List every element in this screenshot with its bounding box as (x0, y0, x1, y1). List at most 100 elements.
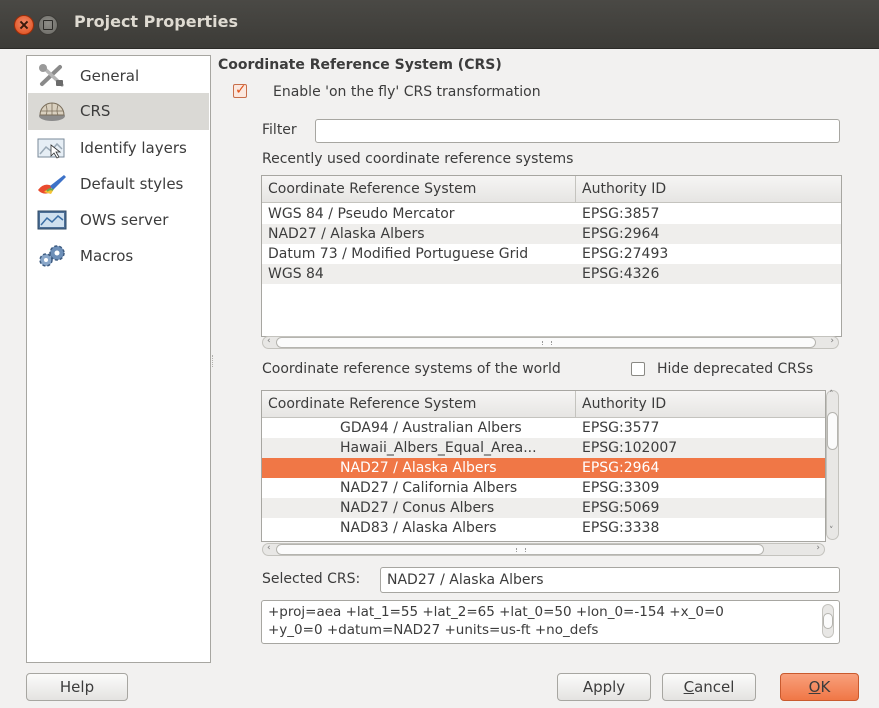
filter-input-field[interactable] (316, 120, 839, 142)
world-crs-label: Coordinate reference systems of the worl… (262, 361, 561, 377)
column-header-crs[interactable]: Coordinate Reference System (262, 391, 576, 417)
world-table-hscrollbar[interactable]: ‹ › (262, 543, 825, 556)
section-title: Coordinate Reference System (CRS) (218, 57, 502, 73)
scroll-left-icon[interactable]: ‹ (267, 336, 271, 346)
crs-name-cell: GDA94 / Australian Albers (340, 420, 522, 436)
authority-id-cell: EPSG:3309 (582, 480, 660, 496)
ok-button[interactable]: OK (780, 673, 859, 701)
table-row[interactable]: WGS 84 EPSG:4326 (262, 264, 841, 284)
recent-crs-table[interactable]: Coordinate Reference System Authority ID… (261, 175, 842, 337)
brush-icon (38, 175, 66, 194)
sidebar-item-crs[interactable]: CRS (28, 93, 209, 130)
authority-id-cell: EPSG:2964 (582, 460, 660, 476)
sidebar-item-label: Macros (80, 247, 134, 265)
crs-name-cell: Hawaii_Albers_Equal_Area... (340, 440, 537, 456)
authority-id-cell: EPSG:2964 (582, 226, 660, 242)
authority-id-cell: EPSG:3338 (582, 520, 660, 536)
authority-id-cell: EPSG:27493 (582, 246, 669, 262)
ok-mnemonic: O (808, 678, 821, 696)
proj4-text-area[interactable]: +proj=aea +lat_1=55 +lat_2=65 +lat_0=50 … (261, 600, 840, 644)
crs-name-cell: WGS 84 / Pseudo Mercator (268, 206, 455, 222)
otf-transformation-label: Enable 'on the fly' CRS transformation (273, 84, 541, 100)
table-row[interactable]: Hawaii_Albers_Equal_Area... EPSG:102007 (262, 438, 825, 458)
cancel-button[interactable]: Cancel (662, 673, 756, 701)
server-icon (37, 210, 67, 230)
cancel-mnemonic: C (683, 678, 695, 696)
identify-icon (37, 138, 65, 159)
sidebar-item-identify-layers[interactable]: Identify layers (28, 130, 209, 167)
column-header-crs[interactable]: Coordinate Reference System (262, 176, 576, 202)
hide-deprecated-label: Hide deprecated CRSs (657, 361, 814, 377)
panel-splitter[interactable] (212, 355, 216, 367)
table-row[interactable]: NAD27 / California Albers EPSG:3309 (262, 478, 825, 498)
column-header-authority-id[interactable]: Authority ID (576, 391, 825, 417)
recent-crs-label: Recently used coordinate reference syste… (262, 151, 574, 167)
help-button[interactable]: Help (26, 673, 128, 701)
authority-id-cell: EPSG:5069 (582, 500, 660, 516)
sidebar-item-label: Identify layers (80, 139, 187, 157)
minimize-window-button[interactable] (38, 15, 58, 35)
scroll-up-icon[interactable]: ˄ (829, 390, 834, 400)
sidebar-item-default-styles[interactable]: Default styles (28, 166, 209, 203)
table-header: Coordinate Reference System Authority ID (262, 176, 841, 203)
crs-name-cell: WGS 84 (268, 266, 324, 282)
sidebar-item-label: OWS server (80, 211, 169, 229)
authority-id-cell: EPSG:4326 (582, 266, 660, 282)
table-row[interactable]: NAD27 / Conus Albers EPSG:5069 (262, 498, 825, 518)
selected-crs-field[interactable] (380, 567, 840, 593)
tools-icon (39, 64, 64, 87)
proj4-line-1: +proj=aea +lat_1=55 +lat_2=65 +lat_0=50 … (268, 604, 724, 620)
table-row[interactable]: GDA94 / Australian Albers EPSG:3577 (262, 418, 825, 438)
scroll-left-icon[interactable]: ‹ (267, 543, 271, 553)
sidebar-item-macros[interactable]: Macros (28, 238, 209, 275)
world-crs-table[interactable]: Coordinate Reference System Authority ID… (261, 390, 826, 542)
crs-name-cell: NAD27 / Alaska Albers (340, 460, 497, 476)
scrollbar-thumb[interactable] (827, 412, 838, 450)
selected-crs-label: Selected CRS: (262, 571, 361, 587)
sidebar-item-ows-server[interactable]: OWS server (28, 202, 209, 239)
scroll-right-icon[interactable]: › (830, 336, 834, 346)
scrollbar-thumb[interactable] (823, 613, 833, 629)
crs-name-cell: Datum 73 / Modified Portuguese Grid (268, 246, 529, 262)
crs-name-cell: NAD83 / Alaska Albers (340, 520, 497, 536)
sidebar-item-label: CRS (80, 102, 111, 120)
filter-label: Filter (262, 122, 297, 138)
sidebar-item-general[interactable]: General (28, 58, 209, 95)
gears-icon (39, 245, 65, 267)
crs-name-cell: NAD27 / Conus Albers (340, 500, 495, 516)
window-title: Project Properties (74, 12, 238, 31)
crs-name-cell: NAD27 / California Albers (340, 480, 518, 496)
scrollbar-thumb[interactable] (276, 544, 764, 555)
authority-id-cell: EPSG:102007 (582, 440, 678, 456)
proj4-line-2: +y_0=0 +datum=NAD27 +units=us-ft +no_def… (268, 622, 599, 638)
hide-deprecated-checkbox[interactable] (631, 362, 645, 376)
filter-input[interactable] (315, 119, 840, 143)
column-header-authority-id[interactable]: Authority ID (576, 176, 841, 202)
scroll-down-icon[interactable]: ˅ (829, 526, 834, 536)
recent-table-hscrollbar[interactable]: ‹ › (262, 336, 839, 349)
authority-id-cell: EPSG:3857 (582, 206, 660, 222)
cancel-label-rest: ancel (694, 678, 735, 696)
ok-label-rest: K (820, 678, 831, 696)
table-header: Coordinate Reference System Authority ID (262, 391, 825, 418)
sidebar: General CRS Identify layers Default styl… (26, 55, 211, 663)
sidebar-item-label: Default styles (80, 175, 184, 193)
table-row[interactable]: NAD83 / Alaska Albers EPSG:3338 (262, 518, 825, 538)
proj4-vscrollbar[interactable] (822, 604, 834, 638)
table-row[interactable]: NAD27 / Alaska Albers EPSG:2964 (262, 224, 841, 244)
table-row-selected[interactable]: NAD27 / Alaska Albers EPSG:2964 (262, 458, 825, 478)
authority-id-cell: EPSG:3577 (582, 420, 660, 436)
apply-button[interactable]: Apply (557, 673, 651, 701)
selected-crs-input[interactable] (381, 568, 839, 592)
scrollbar-thumb[interactable] (276, 337, 816, 348)
crs-name-cell: NAD27 / Alaska Albers (268, 226, 425, 242)
table-row[interactable]: Datum 73 / Modified Portuguese Grid EPSG… (262, 244, 841, 264)
table-row[interactable]: WGS 84 / Pseudo Mercator EPSG:3857 (262, 204, 841, 224)
scroll-right-icon[interactable]: › (816, 543, 820, 553)
otf-transformation-checkbox[interactable]: ✓ (233, 82, 247, 98)
title-bar[interactable]: Project Properties (0, 0, 879, 49)
close-window-button[interactable] (14, 15, 34, 35)
check-icon: ✓ (235, 82, 247, 98)
world-table-vscrollbar[interactable]: ˄ ˅ (826, 390, 839, 540)
project-properties-window: Project Properties General CRS Identify … (0, 0, 879, 708)
